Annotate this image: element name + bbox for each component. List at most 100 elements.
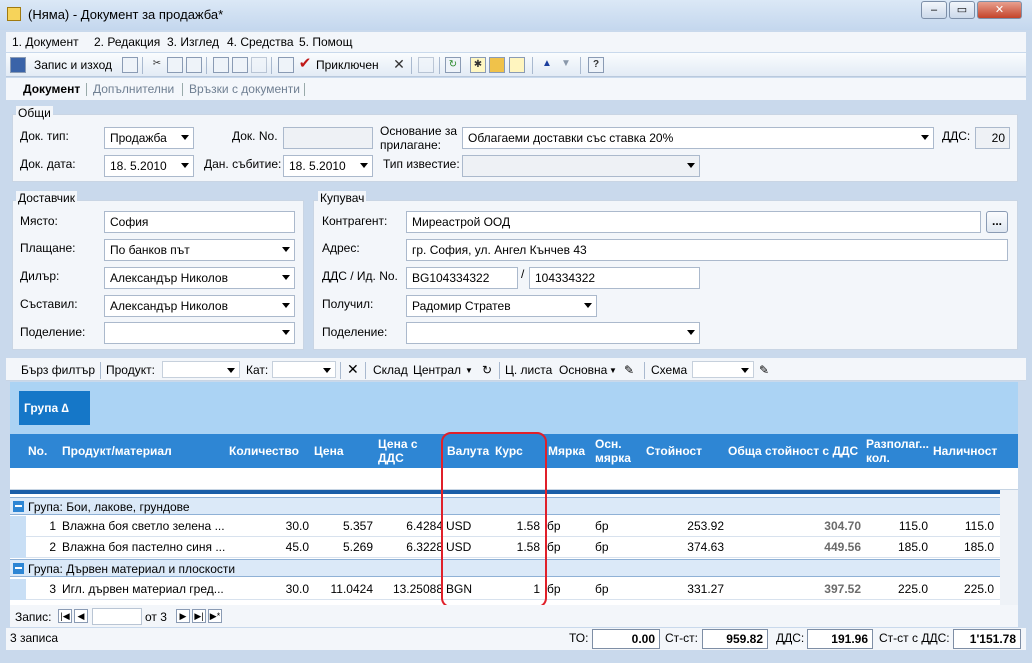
- arrow-up-icon[interactable]: ▲: [539, 57, 555, 73]
- refresh-icon[interactable]: ↻: [445, 57, 461, 73]
- place-field[interactable]: София: [104, 211, 295, 233]
- menu-view[interactable]: 3. Изглед: [167, 35, 219, 49]
- composed-select[interactable]: Александър Николов: [104, 295, 295, 317]
- chevron-down-icon[interactable]: ▼: [465, 366, 473, 375]
- col-value[interactable]: Стойност: [646, 444, 702, 458]
- col-quantity[interactable]: Количество: [229, 444, 299, 458]
- col-unit[interactable]: Мярка: [548, 444, 585, 458]
- col-product[interactable]: Продукт/материал: [62, 444, 172, 458]
- tab-additional[interactable]: Допълнителни: [93, 82, 174, 96]
- save-icon[interactable]: [10, 57, 26, 73]
- next-record-icon[interactable]: ▶: [176, 609, 190, 623]
- col-price-vat[interactable]: Цена с ДДС: [378, 437, 438, 465]
- chevron-down-icon: [687, 163, 695, 168]
- id-no-field[interactable]: 104334322: [529, 267, 700, 289]
- arrow-down-icon[interactable]: ▼: [558, 57, 574, 73]
- collapse-icon[interactable]: [13, 501, 24, 512]
- menu-help[interactable]: 5. Помощ: [299, 35, 352, 49]
- chevron-down-icon[interactable]: ▼: [609, 366, 617, 375]
- contractor-field[interactable]: Миреастрой ООД: [406, 211, 981, 233]
- supplier-division-select[interactable]: [104, 322, 295, 344]
- menu-edit[interactable]: 2. Редакция: [94, 35, 160, 49]
- grid-scrollbar[interactable]: [1000, 490, 1018, 605]
- vat-id-label: ДДС / Ид. No.: [322, 269, 398, 283]
- address-field[interactable]: гр. София, ул. Ангел Кънчев 43: [406, 239, 1008, 261]
- cat-filter-select[interactable]: [272, 361, 336, 378]
- collapse-icon[interactable]: [13, 563, 24, 574]
- post-button[interactable]: Приключен: [316, 58, 379, 72]
- tab-document-links[interactable]: Връзки с документи: [189, 82, 300, 96]
- receiver-select[interactable]: Радомир Стратев: [406, 295, 597, 317]
- scheme-tool-icon[interactable]: ✎: [759, 363, 769, 377]
- edit-document-icon[interactable]: [278, 57, 294, 73]
- supplier-legend: Доставчик: [16, 191, 78, 205]
- buyer-division-select[interactable]: [406, 322, 700, 344]
- save-exit-button[interactable]: Запис и изход: [34, 58, 112, 72]
- print-preview-icon[interactable]: [232, 57, 248, 73]
- chevron-down-icon: [687, 330, 695, 335]
- dealer-select[interactable]: Александър Николов: [104, 267, 295, 289]
- store-select[interactable]: Централ: [413, 363, 461, 377]
- pricelist-label: Ц. листа: [505, 363, 553, 377]
- paste-icon[interactable]: [186, 57, 202, 73]
- product-filter-select[interactable]: [162, 361, 240, 378]
- menu-tools[interactable]: 4. Средства: [227, 35, 294, 49]
- notice-type-select[interactable]: [462, 155, 700, 177]
- chevron-down-icon: [323, 368, 331, 373]
- record-number-input[interactable]: [92, 608, 142, 625]
- col-stock[interactable]: Наличност: [933, 444, 997, 458]
- print-icon[interactable]: [213, 57, 229, 73]
- checkmark-icon[interactable]: ✔: [297, 56, 313, 73]
- help-icon[interactable]: ?: [588, 57, 604, 73]
- vat-id-separator: /: [521, 267, 525, 281]
- supplier-division-label: Поделение:: [20, 325, 86, 339]
- note-icon[interactable]: [509, 57, 525, 73]
- col-base-unit[interactable]: Осн. мярка: [595, 437, 640, 465]
- doc-no-label: Док. No.: [232, 129, 278, 143]
- to-value: 0.00: [592, 629, 660, 649]
- attach-icon[interactable]: [251, 57, 267, 73]
- cancel-icon[interactable]: ✕: [391, 57, 407, 73]
- close-button[interactable]: ✕: [977, 1, 1022, 19]
- payment-select[interactable]: По банков път: [104, 239, 295, 261]
- payment-label: Плащане:: [20, 241, 76, 255]
- col-price[interactable]: Цена: [314, 444, 344, 458]
- filter-bar: Бърз филтър Продукт: Кат: ✕ Склад Центра…: [6, 358, 1026, 381]
- record-label: Запис:: [15, 610, 52, 624]
- doc-date-picker[interactable]: 18. 5.2010: [104, 155, 194, 177]
- new-record-icon[interactable]: ▶*: [208, 609, 222, 623]
- clear-filter-icon[interactable]: ✕: [347, 361, 359, 378]
- basis-select[interactable]: Облагаеми доставки със ставка 20%: [462, 127, 934, 149]
- copy-icon[interactable]: [167, 57, 183, 73]
- vat-no-field[interactable]: BG104334322: [406, 267, 518, 289]
- star-icon[interactable]: ✱: [470, 57, 486, 73]
- prev-record-icon[interactable]: ◀: [74, 609, 88, 623]
- store-refresh-icon[interactable]: ↻: [482, 363, 492, 377]
- pricelist-tool-icon[interactable]: ✎: [624, 363, 634, 377]
- doc-type-select[interactable]: Продажба: [104, 127, 194, 149]
- title-bar: (Няма) - Документ за продажба* – ▭ ✕: [0, 0, 1032, 30]
- pricelist-select[interactable]: Основна: [559, 363, 607, 377]
- save-copy-icon[interactable]: [122, 57, 138, 73]
- maximize-button[interactable]: ▭: [949, 1, 975, 19]
- col-total-vat[interactable]: Обща стойност с ДДС: [728, 444, 858, 458]
- address-label: Адрес:: [322, 241, 360, 255]
- scheme-select[interactable]: [692, 361, 754, 378]
- vat-field[interactable]: 20: [975, 127, 1010, 149]
- last-record-icon[interactable]: ▶|: [192, 609, 206, 623]
- first-record-icon[interactable]: |◀: [58, 609, 72, 623]
- tax-event-picker[interactable]: 18. 5.2010: [283, 155, 373, 177]
- col-no[interactable]: No.: [28, 444, 47, 458]
- group-panel: Група ∆: [10, 382, 1018, 434]
- menu-document[interactable]: 1. Документ: [12, 35, 79, 49]
- col-available[interactable]: Разполаг... кол.: [866, 437, 932, 465]
- list-icon[interactable]: [418, 57, 434, 73]
- cut-icon[interactable]: ✂: [149, 57, 165, 73]
- browse-contractor-button[interactable]: ...: [986, 211, 1008, 233]
- tab-document[interactable]: Документ: [23, 82, 80, 96]
- group-column-button[interactable]: Група ∆: [19, 391, 90, 425]
- doc-no-field[interactable]: [283, 127, 373, 149]
- minimize-button[interactable]: –: [921, 1, 947, 19]
- to-label: ТО:: [569, 631, 589, 645]
- lock-icon[interactable]: [489, 57, 505, 73]
